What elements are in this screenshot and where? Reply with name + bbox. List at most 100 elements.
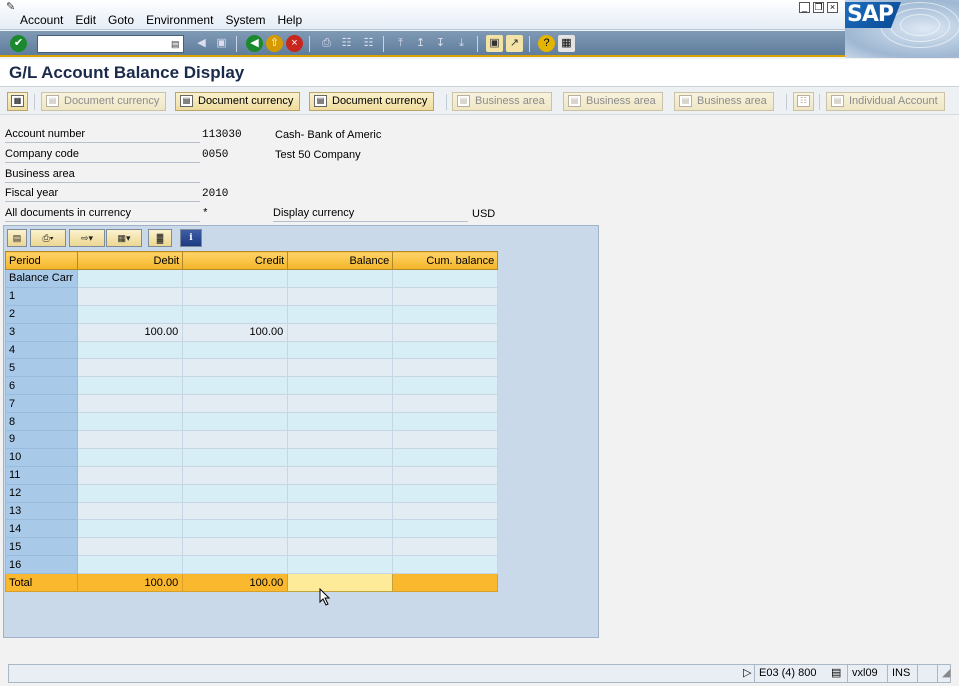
layout-icon[interactable]: ▦▾	[106, 229, 142, 247]
balance-cell[interactable]	[287, 304, 394, 324]
debit-cell[interactable]	[77, 519, 184, 539]
period-cell[interactable]: 1	[4, 286, 79, 306]
previous-page-icon[interactable]: ↥	[412, 35, 429, 52]
debit-cell[interactable]	[77, 340, 184, 360]
credit-cell[interactable]	[182, 376, 289, 396]
period-cell[interactable]: 14	[4, 519, 79, 539]
exit-icon[interactable]: ⇧	[266, 35, 283, 52]
individual-account-button[interactable]: ▤ Individual Account	[826, 92, 945, 111]
balance-cell[interactable]	[287, 286, 394, 306]
period-cell[interactable]: 13	[4, 501, 79, 521]
credit-cell[interactable]	[182, 537, 289, 557]
cum-balance-cell[interactable]	[392, 394, 499, 414]
debit-cell[interactable]	[77, 537, 184, 557]
period-cell[interactable]: 11	[4, 465, 79, 485]
resize-grip-icon[interactable]: ◢	[937, 665, 950, 682]
credit-cell[interactable]	[182, 430, 289, 449]
print-icon[interactable]: ⎙	[318, 35, 335, 52]
business-area-button-1[interactable]: ▤ Business area	[452, 92, 552, 111]
balance-cell[interactable]	[287, 555, 394, 575]
credit-cell[interactable]	[182, 465, 289, 485]
command-field[interactable]: ▤	[37, 35, 184, 53]
find-icon[interactable]: ☷	[338, 35, 355, 52]
menu-edit[interactable]: Edit	[75, 13, 96, 27]
status-expand-icon[interactable]: ▷	[739, 665, 755, 682]
cum-balance-cell[interactable]	[392, 340, 499, 360]
col-header-credit[interactable]: Credit	[182, 251, 289, 270]
cum-balance-cell[interactable]	[392, 412, 499, 432]
balance-cell[interactable]	[287, 483, 394, 503]
debit-cell[interactable]	[77, 430, 184, 449]
session-list-icon[interactable]: ▤	[827, 665, 847, 682]
back-icon[interactable]: ◀	[246, 35, 263, 52]
help-icon[interactable]: ?	[538, 35, 555, 52]
last-page-icon[interactable]: ⤓	[453, 35, 470, 52]
credit-cell[interactable]	[182, 501, 289, 521]
command-history-icon[interactable]: ▤	[171, 37, 181, 51]
next-page-icon[interactable]: ↧	[432, 35, 449, 52]
collapse-arrow-icon[interactable]: ◀	[193, 35, 210, 52]
hierarchy-button[interactable]: ☷	[793, 92, 814, 111]
restore-icon[interactable]: ❐	[813, 2, 824, 13]
col-header-period[interactable]: Period	[4, 251, 79, 270]
balance-cell[interactable]	[287, 430, 394, 449]
credit-cell[interactable]	[182, 483, 289, 503]
balance-cell[interactable]	[287, 519, 394, 539]
command-input[interactable]	[38, 36, 166, 52]
document-currency-button-2[interactable]: ▤ Document currency	[175, 92, 301, 111]
menu-system[interactable]: System	[225, 13, 265, 27]
balance-cell[interactable]	[287, 376, 394, 396]
shortcut-icon[interactable]: ↗	[506, 35, 523, 52]
debit-cell[interactable]	[77, 376, 184, 396]
period-cell[interactable]: 9	[4, 430, 79, 449]
layout-toggle-button[interactable]: ▦	[7, 92, 28, 111]
period-cell[interactable]: 6	[4, 376, 79, 396]
balance-cell[interactable]	[287, 465, 394, 485]
period-cell[interactable]: 4	[4, 340, 79, 360]
period-cell[interactable]: 15	[4, 537, 79, 557]
credit-cell[interactable]	[182, 304, 289, 324]
debit-cell[interactable]	[77, 269, 184, 288]
cum-balance-cell[interactable]	[392, 304, 499, 324]
first-page-icon[interactable]: ⤒	[392, 35, 409, 52]
cum-balance-cell[interactable]	[392, 519, 499, 539]
detail-icon[interactable]: ▤	[7, 229, 27, 247]
balance-cell[interactable]	[287, 358, 394, 378]
balance-cell[interactable]	[287, 412, 394, 432]
col-header-cum-balance[interactable]: Cum. balance	[392, 251, 499, 270]
document-currency-button-1[interactable]: ▤ Document currency	[41, 92, 167, 111]
close-window-icon[interactable]: ×	[827, 2, 838, 13]
debit-cell[interactable]	[77, 358, 184, 378]
window-menu-icon[interactable]: ✎	[6, 1, 20, 13]
debit-cell[interactable]	[77, 447, 184, 467]
credit-cell[interactable]	[182, 286, 289, 306]
period-cell[interactable]: 5	[4, 358, 79, 378]
balance-cell[interactable]	[287, 501, 394, 521]
debit-cell[interactable]	[77, 465, 184, 485]
business-area-button-2[interactable]: ▤ Business area	[563, 92, 663, 111]
col-header-debit[interactable]: Debit	[77, 251, 184, 270]
credit-cell[interactable]	[182, 555, 289, 575]
credit-cell[interactable]	[182, 340, 289, 360]
credit-cell[interactable]	[182, 412, 289, 432]
cum-balance-cell[interactable]	[392, 358, 499, 378]
balance-cell[interactable]	[287, 394, 394, 414]
cum-balance-cell[interactable]	[392, 376, 499, 396]
cum-balance-cell[interactable]	[392, 286, 499, 306]
debit-cell[interactable]	[77, 483, 184, 503]
balance-cell[interactable]	[287, 447, 394, 467]
layout-menu-icon[interactable]: ▦	[558, 35, 575, 52]
total-credit-cell[interactable]: 100.00	[182, 573, 289, 593]
menu-help[interactable]: Help	[277, 13, 302, 27]
period-cell[interactable]: 3	[4, 322, 79, 342]
credit-cell[interactable]	[182, 519, 289, 539]
total-label-cell[interactable]: Total	[4, 573, 79, 593]
cum-balance-cell[interactable]	[392, 269, 499, 288]
graphic-chart-icon[interactable]: ▓	[148, 229, 172, 247]
menu-goto[interactable]: Goto	[108, 13, 134, 27]
total-balance-cell[interactable]	[287, 573, 394, 593]
business-area-button-3[interactable]: ▤ Business area	[674, 92, 774, 111]
credit-cell[interactable]	[182, 394, 289, 414]
cum-balance-cell[interactable]	[392, 483, 499, 503]
balance-cell[interactable]	[287, 340, 394, 360]
